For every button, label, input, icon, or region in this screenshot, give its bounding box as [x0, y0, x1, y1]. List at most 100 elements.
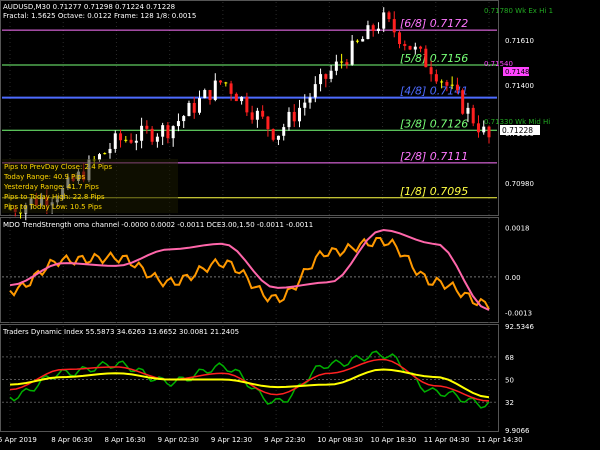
candle-body	[140, 125, 144, 141]
candle-body	[308, 97, 312, 103]
osc-slow-line	[9, 228, 490, 311]
chart-root: [6/8] 0.7172[5/8] 0.7156[4/8] 0.7141[3/8…	[0, 0, 553, 444]
candle-body	[313, 84, 317, 98]
current-price-text: 0.71228	[502, 126, 533, 135]
tdi-panel-frame	[0, 324, 499, 432]
tdi-lines	[2, 350, 497, 409]
tdi-tick-label: 32	[505, 399, 514, 407]
candle-body	[182, 116, 186, 122]
candle-body	[376, 28, 380, 31]
candle-body	[271, 129, 275, 140]
candle-body	[266, 116, 270, 130]
osc-tick-label: -0.0013	[505, 310, 532, 318]
candle-body	[361, 39, 365, 42]
candle-body	[197, 98, 201, 113]
murrey-label: [2/8] 0.7111	[400, 150, 468, 163]
candle-body	[276, 135, 280, 140]
candle-body	[334, 61, 338, 71]
time-tick-label: 10 Apr 08:30	[317, 436, 363, 444]
candle-body	[319, 74, 323, 85]
candle-body	[145, 125, 149, 129]
candle-body	[261, 110, 265, 117]
tdi-panel-title: Traders Dynamic Index 55.5873 34.6263 13…	[2, 328, 239, 336]
candle-body	[298, 107, 302, 122]
candle-body	[282, 127, 286, 136]
candle-body	[345, 62, 349, 65]
candle-body	[208, 90, 212, 100]
candle-body	[113, 133, 117, 149]
candle-body	[366, 25, 370, 40]
candle-body	[171, 126, 175, 139]
candle-body	[424, 48, 428, 68]
candle-body	[150, 128, 154, 142]
candle-body	[255, 110, 259, 120]
murrey-label: [5/8] 0.7156	[400, 52, 468, 65]
time-tick-label: 9 Apr 12:30	[211, 436, 252, 444]
candle-body	[450, 84, 454, 86]
candle-body	[440, 81, 444, 83]
candle-body	[382, 12, 386, 29]
overlay-line-4: Pips to Today High: 22.8 Pips	[4, 193, 105, 201]
candle-body	[392, 19, 396, 33]
candle-body	[192, 102, 196, 113]
tdi-tick-label: 9.9066	[505, 427, 530, 435]
window-title: AUDUSD,M30 0.71277 0.71298 0.71224 0.712…	[3, 3, 175, 11]
right-label-3: 0.71480	[505, 68, 534, 76]
candle-body	[350, 40, 354, 65]
candle-body	[403, 44, 407, 46]
overlay-line-1: Pips to PrevDay Close: 2.4 Pips	[4, 163, 112, 171]
osc-tick-label: 0.0018	[505, 224, 530, 232]
candle-body	[203, 90, 207, 99]
tdi-green-line	[9, 350, 490, 409]
candle-body	[466, 107, 470, 114]
candle-body	[445, 81, 449, 86]
candle-body	[161, 125, 165, 137]
right-label-2: 0.71540	[484, 60, 513, 68]
osc-fast-line	[9, 237, 490, 310]
time-tick-label: 11 Apr 04:30	[424, 436, 470, 444]
candle-body	[240, 96, 244, 102]
candle-body	[292, 111, 296, 122]
candle-body	[187, 102, 191, 117]
time-tick-label: 9 Apr 22:30	[264, 436, 305, 444]
price-tick-label: 0.71400	[505, 82, 534, 90]
candle-body	[429, 67, 433, 75]
candle-body	[250, 112, 254, 120]
candle-body	[213, 80, 217, 100]
candle-body	[487, 126, 491, 138]
candle-body	[355, 40, 359, 42]
right-label-1: 0.71780 Wk Ex Hi 1	[484, 7, 553, 15]
candle-body	[419, 46, 423, 49]
tdi-tick-label: 50	[505, 377, 514, 385]
candle-body	[371, 25, 375, 31]
candle-body	[461, 90, 465, 114]
candle-body	[119, 133, 123, 141]
candle-body	[303, 102, 307, 108]
candle-body	[455, 84, 459, 91]
candle-body	[176, 121, 180, 127]
overlay-line-3: Yesterday Range: 41.7 Pips	[3, 183, 99, 191]
osc-panel-frame	[0, 217, 499, 323]
osc-tick-label: 0.00	[505, 274, 521, 282]
candle-body	[108, 148, 112, 154]
candle-body	[329, 70, 333, 79]
candle-body	[387, 12, 391, 20]
overlay-line-5: Pips to Today Low: 10.5 Pips	[4, 203, 102, 211]
price-tick-label: 0.71610	[505, 37, 534, 45]
candle-body	[287, 111, 291, 128]
candle-body	[476, 123, 480, 133]
tdi-yellow-line	[9, 368, 490, 399]
candle-body	[471, 107, 475, 124]
murrey-label: [6/8] 0.7172	[400, 17, 468, 30]
time-tick-label: 10 Apr 18:30	[371, 436, 417, 444]
right-label-4: 0.71330 Wk Mid Hi	[484, 118, 550, 126]
candle-body	[340, 61, 344, 63]
candle-body	[398, 32, 402, 45]
candle-body	[245, 96, 249, 113]
candle-body	[224, 82, 228, 84]
candle-body	[482, 126, 486, 133]
candle-body	[103, 153, 107, 155]
candle-body	[408, 45, 412, 50]
candle-body	[166, 125, 170, 139]
time-tick-label: 8 Apr 16:30	[104, 436, 145, 444]
